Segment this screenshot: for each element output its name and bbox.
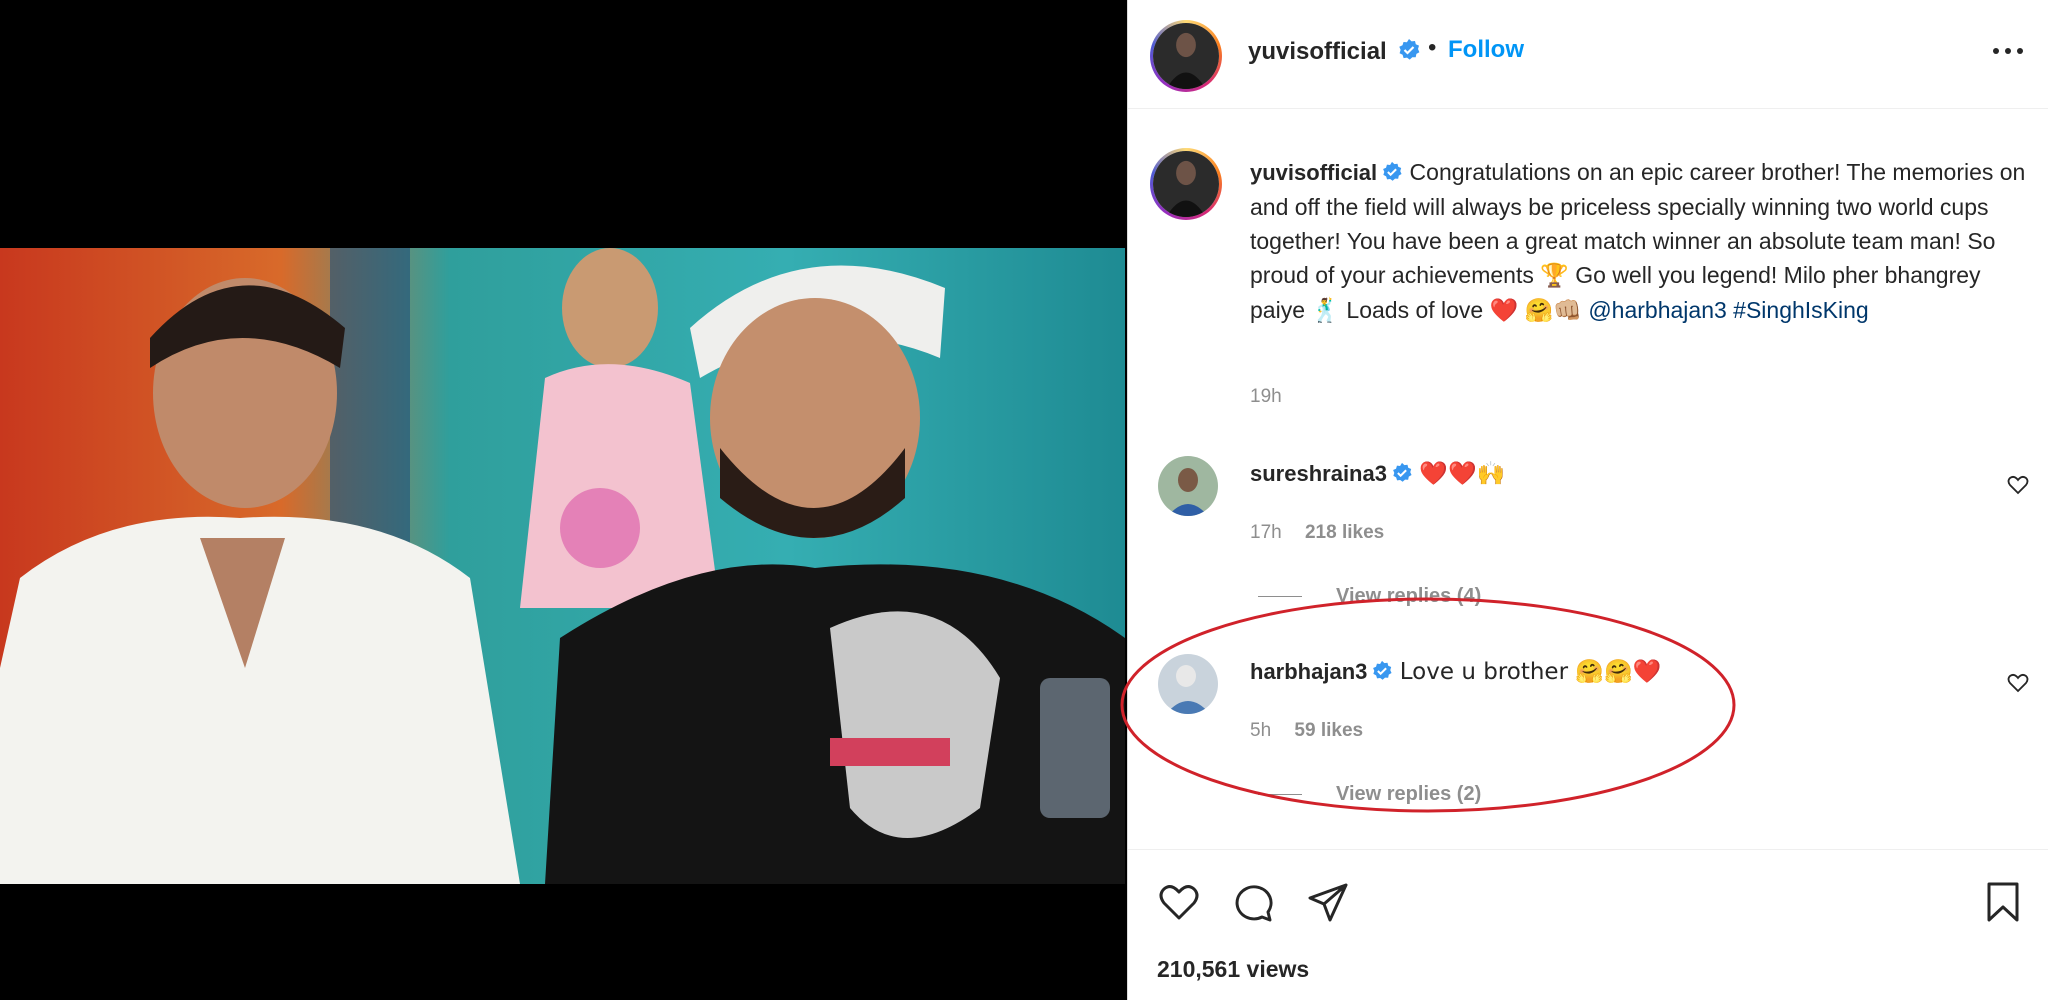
comment-likes[interactable]: 59 likes — [1294, 720, 1363, 741]
comment-text: ❤️❤️🙌 — [1419, 461, 1506, 487]
post-actions-bar: 210,561 views — [1128, 849, 2048, 1000]
hug-fist-emoji: 🤗👊🏼 — [1524, 298, 1582, 324]
caption-timestamp[interactable]: 19h — [1250, 386, 1282, 408]
verified-badge-icon — [1373, 660, 1392, 680]
comment-meta: 17h 218 likes — [1250, 522, 1402, 544]
heart-emoji: ❤️ — [1489, 298, 1519, 324]
comment-line: harbhajan3 Love u brother 🤗🤗❤️ — [1250, 658, 1661, 685]
post-header: yuvisofficial • Follow — [1128, 0, 2048, 109]
author-username[interactable]: yuvisofficial — [1248, 38, 1421, 66]
hashtag-link[interactable]: #SinghIsKing — [1733, 297, 1869, 323]
comment-time[interactable]: 5h — [1250, 720, 1271, 741]
verified-badge-icon — [1399, 39, 1420, 60]
commenter-avatar[interactable] — [1158, 456, 1218, 516]
comment-time[interactable]: 17h — [1250, 522, 1282, 543]
comment-username[interactable]: harbhajan3 — [1250, 659, 1367, 684]
more-options-icon[interactable] — [1988, 36, 2028, 66]
view-replies-button[interactable]: View replies (4) — [1258, 585, 1481, 608]
trophy-emoji: 🏆 — [1540, 263, 1569, 289]
post-photo — [0, 248, 1125, 884]
comment-like-heart-icon[interactable] — [2006, 671, 2030, 695]
comment-line: sureshraina3 ❤️❤️🙌 — [1250, 460, 1505, 487]
bookmark-icon[interactable] — [1981, 880, 2025, 924]
replies-dash — [1258, 794, 1302, 796]
comment-text: Love u brother 🤗🤗❤️ — [1399, 659, 1662, 685]
comment-likes[interactable]: 218 likes — [1305, 522, 1384, 543]
dancer-emoji: 🕺 — [1311, 298, 1341, 324]
view-count[interactable]: 210,561 views — [1157, 956, 1309, 983]
verified-badge-icon — [1393, 462, 1412, 482]
replies-dash — [1258, 596, 1302, 598]
verified-badge-icon — [1383, 161, 1402, 181]
comment-icon[interactable] — [1232, 880, 1276, 924]
comment-username[interactable]: sureshraina3 — [1250, 461, 1387, 486]
view-replies-label: View replies (4) — [1336, 585, 1482, 607]
header-separator-dot: • — [1428, 34, 1437, 61]
view-replies-button[interactable]: View replies (2) — [1258, 783, 1481, 806]
caption-username[interactable]: yuvisofficial — [1250, 160, 1377, 185]
view-replies-label: View replies (2) — [1336, 783, 1482, 805]
comment-like-heart-icon[interactable] — [2006, 473, 2030, 497]
caption-text: yuvisofficial Congratulations on an epic… — [1250, 155, 2035, 328]
author-avatar[interactable] — [1150, 20, 1222, 92]
post-media — [0, 0, 1127, 1000]
post-side-panel: yuvisofficial • Follow yuvisofficial Con… — [1128, 0, 2048, 1000]
mention-link[interactable]: @harbhajan3 — [1588, 297, 1726, 323]
heart-icon[interactable] — [1157, 880, 1201, 924]
caption-author-avatar[interactable] — [1150, 148, 1222, 220]
follow-button[interactable]: Follow — [1448, 36, 1524, 64]
caption-body-part-3: Loads of love — [1340, 297, 1490, 323]
share-icon[interactable] — [1306, 880, 1350, 924]
commenter-avatar[interactable] — [1158, 654, 1218, 714]
comment-meta: 5h 59 likes — [1250, 720, 1381, 742]
header-username-text[interactable]: yuvisofficial — [1248, 38, 1387, 65]
